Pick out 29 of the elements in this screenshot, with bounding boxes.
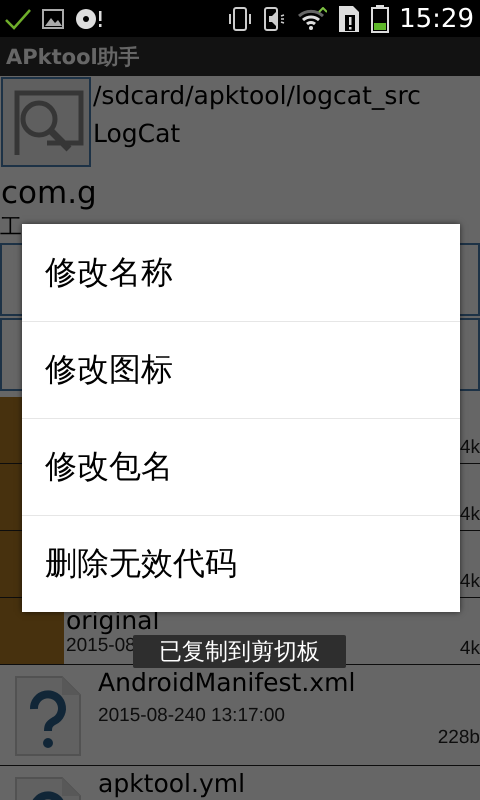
menu-item[interactable]: 修改图标 <box>22 321 460 418</box>
check-icon <box>4 8 32 30</box>
unknown-file-icon <box>14 675 82 757</box>
file-name: apktool.yml <box>98 770 246 798</box>
file-date: 2015-08 <box>66 634 136 658</box>
wifi-icon <box>297 6 328 30</box>
project-path: /sdcard/apktool/logcat_src <box>93 80 421 112</box>
file-name: AndroidManifest.xml <box>98 669 356 697</box>
app-title: APktool助手 <box>0 37 480 76</box>
disc-icon <box>74 6 104 30</box>
search-file-icon <box>1 77 91 167</box>
file-size: 228b <box>438 727 480 749</box>
menu-item[interactable]: 修改名称 <box>22 224 460 321</box>
battery-icon <box>371 4 390 32</box>
file-size: 4k <box>460 437 480 459</box>
project-type: 工 <box>0 215 22 241</box>
clock: 15:29 <box>399 6 474 32</box>
menu-item[interactable]: 删除无效代码 <box>22 515 460 612</box>
file-date: 2015-08-240 13:17:00 <box>98 704 285 728</box>
file-size: 4k <box>460 638 480 660</box>
file-size: 4k <box>460 504 480 526</box>
menu-item[interactable]: 修改包名 <box>22 418 460 515</box>
sim-alert-icon <box>337 4 362 32</box>
package-name: com.g <box>0 174 97 213</box>
toast-message: 已复制到剪切板 <box>133 635 346 668</box>
image-icon <box>42 8 64 28</box>
vibrate-icon <box>227 6 254 30</box>
file-size: 4k <box>460 571 480 593</box>
project-name: LogCat <box>93 118 182 150</box>
